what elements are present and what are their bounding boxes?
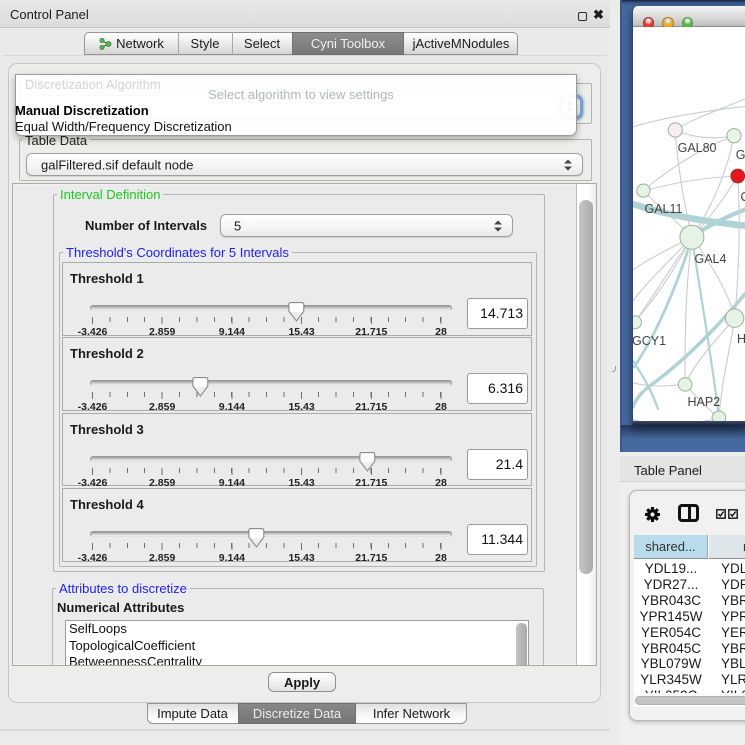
svg-text:GAL11: GAL11	[645, 202, 683, 216]
svg-text:GCY1: GCY1	[633, 334, 666, 348]
svg-text:GAL80: GAL80	[678, 141, 717, 155]
svg-text:HIS: HIS	[737, 332, 745, 346]
svg-text:GAL4: GAL4	[695, 252, 727, 266]
svg-text:HAP2: HAP2	[688, 395, 721, 409]
svg-text:GAL7: GAL7	[736, 148, 745, 162]
svg-text:CY: CY	[740, 190, 745, 204]
